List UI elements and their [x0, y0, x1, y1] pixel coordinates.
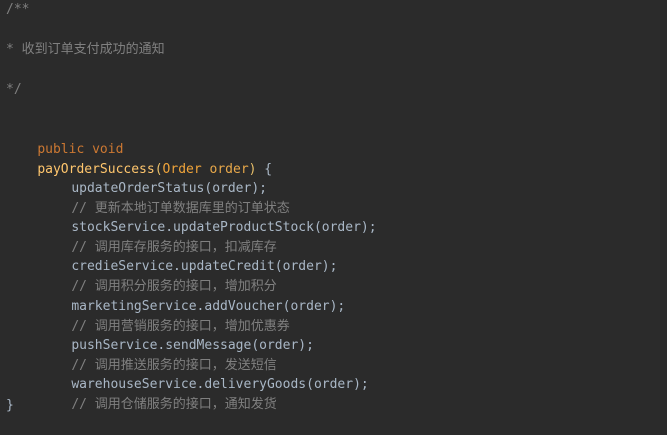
code-line: credieService.updateCredit(order); // 调用…: [40, 237, 337, 294]
code-line: marketingService.addVoucher(order); // 调…: [40, 277, 345, 334]
code-line: warehouseService.deliveryGoods(order); /…: [40, 355, 368, 412]
code-editor: /** * 收到订单支付成功的通知 */ public void payOrde…: [0, 0, 667, 418]
method-signature: public void payOrderSuccess(Order order)…: [6, 120, 272, 177]
doc-comment-close: */: [6, 82, 22, 97]
statement-call: pushService.sendMessage(order);: [71, 338, 314, 353]
doc-comment-text: * 收到订单支付成功的通知: [6, 42, 165, 57]
statement-call: stockService.updateProductStock(order);: [71, 220, 377, 235]
statement-comment: // 调用仓储服务的接口，通知发货: [71, 397, 277, 412]
code-line: stockService.updateProductStock(order); …: [40, 198, 376, 255]
code-line: pushService.sendMessage(order); // 调用推送服…: [40, 316, 314, 373]
code-line: updateOrderStatus(order); // 更新本地订单数据库里的…: [40, 159, 289, 216]
close-brace: }: [6, 398, 14, 413]
statement-call: warehouseService.deliveryGoods(order);: [71, 377, 369, 392]
statement-call: credieService.updateCredit(order);: [71, 259, 338, 274]
statement-call: updateOrderStatus(order);: [71, 181, 267, 196]
statement-call: marketingService.addVoucher(order);: [71, 299, 346, 314]
method-modifiers: public void: [37, 142, 124, 157]
doc-comment-open: /**: [6, 2, 30, 17]
